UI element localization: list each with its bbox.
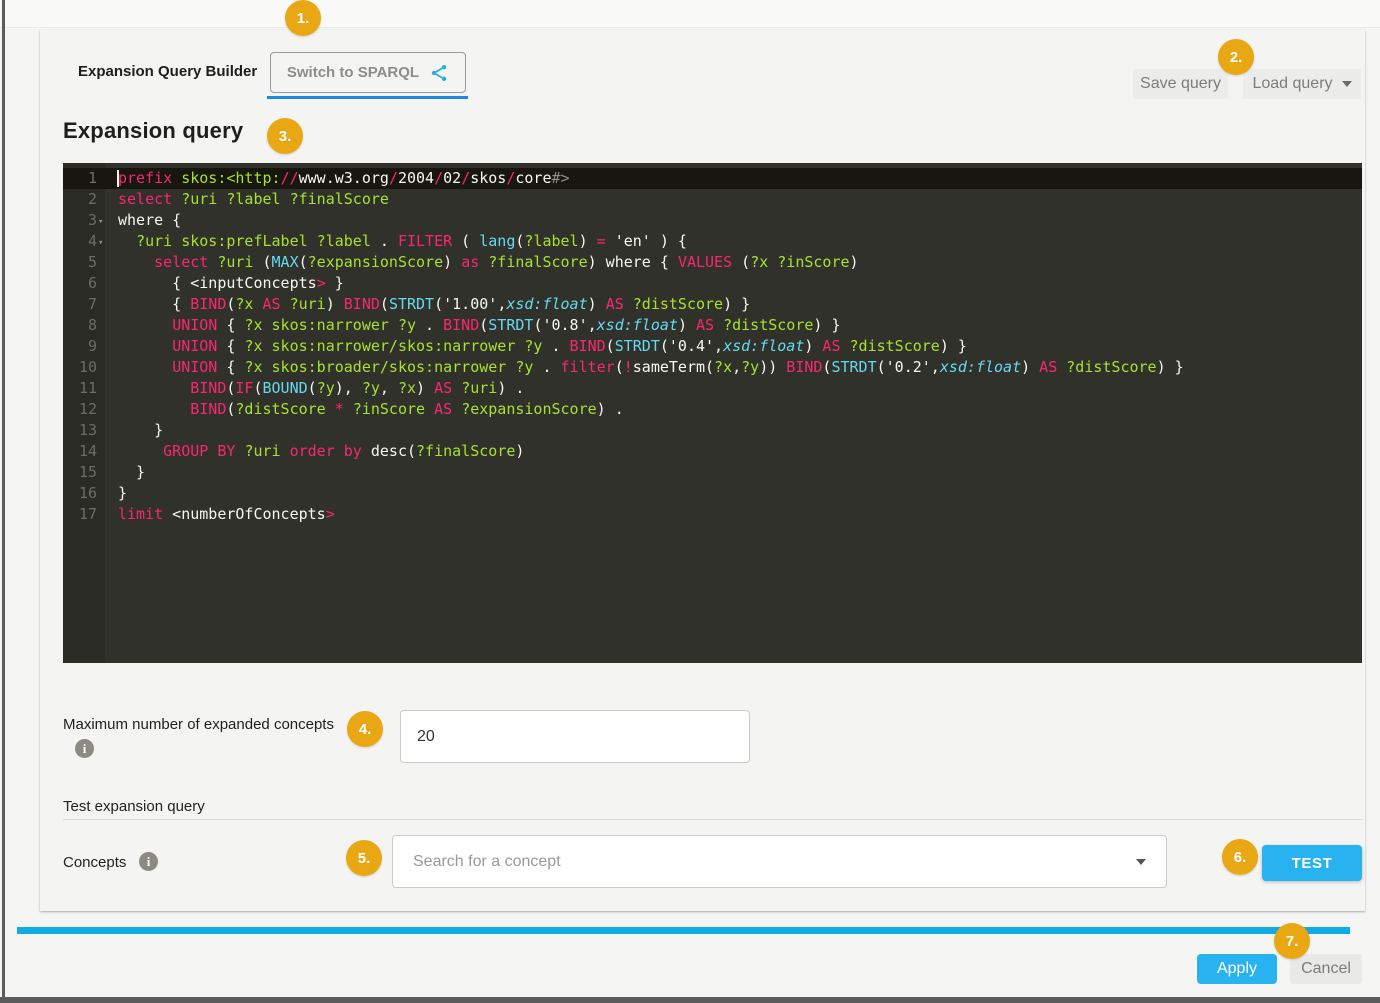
annotation-badge-6: 6. (1222, 839, 1258, 875)
annotation-badge-7: 7. (1274, 923, 1310, 959)
line-number: 16 (63, 483, 105, 504)
code-line-1: 1prefix skos:<http://www.w3.org/2004/02/… (63, 168, 1362, 189)
top-strip (0, 0, 1380, 28)
code-text: } (105, 420, 163, 441)
concept-search-placeholder: Search for a concept (413, 853, 1136, 871)
load-query-label: Load query (1252, 75, 1332, 93)
expansion-query-heading: Expansion query (63, 118, 243, 144)
switch-to-sparql-label: Switch to SPARQL (287, 64, 419, 81)
annotation-badge-3: 3. (267, 118, 303, 154)
code-text: BIND(?distScore * ?inScore AS ?expansion… (105, 399, 624, 420)
share-icon (429, 63, 449, 83)
cancel-button[interactable]: Cancel (1290, 954, 1362, 984)
line-number: 12 (63, 399, 105, 420)
code-line-4: 4▾ ?uri skos:prefLabel ?label . FILTER (… (63, 231, 1362, 252)
code-text: { BIND(?x AS ?uri) BIND(STRDT('1.00',xsd… (105, 294, 750, 315)
chevron-down-icon (1136, 859, 1146, 865)
code-text: select ?uri (MAX(?expansionScore) as ?fi… (105, 252, 859, 273)
code-line-9: 9 UNION { ?x skos:narrower/skos:narrower… (63, 336, 1362, 357)
test-section-title: Test expansion query (63, 798, 205, 815)
line-number: 9 (63, 336, 105, 357)
builder-title: Expansion Query Builder (78, 63, 257, 80)
annotation-badge-5: 5. (346, 840, 382, 876)
code-text: prefix skos:<http://www.w3.org/2004/02/s… (105, 168, 570, 189)
load-query-button[interactable]: Load query (1243, 69, 1361, 99)
concept-search-select[interactable]: Search for a concept (392, 835, 1167, 888)
code-text: select ?uri ?label ?finalScore (105, 189, 389, 210)
concepts-label: Concepts (63, 854, 126, 871)
fold-arrow-icon[interactable]: ▾ (98, 212, 103, 233)
code-line-15: 15 } (63, 462, 1362, 483)
test-button[interactable]: TEST (1262, 845, 1362, 881)
sparql-code-editor[interactable]: 1prefix skos:<http://www.w3.org/2004/02/… (63, 163, 1362, 663)
code-line-7: 7 { BIND(?x AS ?uri) BIND(STRDT('1.00',x… (63, 294, 1362, 315)
code-text: { <inputConcepts> } (105, 273, 344, 294)
code-text: GROUP BY ?uri order by desc(?finalScore) (105, 441, 524, 462)
line-number: 2 (63, 189, 105, 210)
line-number: 7 (63, 294, 105, 315)
save-query-button[interactable]: Save query (1133, 69, 1228, 99)
code-line-12: 12 BIND(?distScore * ?inScore AS ?expans… (63, 399, 1362, 420)
max-concepts-label: Maximum number of expanded concepts (63, 716, 334, 733)
max-concepts-input[interactable] (400, 710, 750, 763)
apply-button[interactable]: Apply (1197, 954, 1277, 984)
code-line-2: 2select ?uri ?label ?finalScore (63, 189, 1362, 210)
code-line-10: 10 UNION { ?x skos:broader/skos:narrower… (63, 357, 1362, 378)
code-line-3: 3▾where { (63, 210, 1362, 231)
code-line-14: 14 GROUP BY ?uri order by desc(?finalSco… (63, 441, 1362, 462)
active-tab-underline (267, 96, 468, 99)
code-text: UNION { ?x skos:broader/skos:narrower ?y… (105, 357, 1184, 378)
line-number: 11 (63, 378, 105, 399)
annotation-badge-1: 1. (285, 0, 321, 36)
info-icon[interactable]: i (75, 739, 94, 758)
line-number: 4▾ (63, 231, 105, 252)
code-text: UNION { ?x skos:narrower ?y . BIND(STRDT… (105, 315, 841, 336)
section-divider (63, 819, 1362, 820)
query-builder-panel: Expansion Query Builder Switch to SPARQL… (40, 30, 1365, 911)
code-text: } (105, 462, 145, 483)
line-number: 13 (63, 420, 105, 441)
info-icon[interactable]: i (139, 852, 158, 871)
code-line-16: 16} (63, 483, 1362, 504)
line-number: 15 (63, 462, 105, 483)
chevron-down-icon (1342, 81, 1352, 87)
code-line-8: 8 UNION { ?x skos:narrower ?y . BIND(STR… (63, 315, 1362, 336)
code-text: ?uri skos:prefLabel ?label . FILTER ( la… (105, 231, 687, 252)
line-number: 10 (63, 357, 105, 378)
code-text: where { (105, 210, 181, 231)
annotation-badge-4: 4. (347, 711, 383, 747)
code-line-13: 13 } (63, 420, 1362, 441)
code-line-17: 17limit <numberOfConcepts> (63, 504, 1362, 525)
code-line-11: 11 BIND(IF(BOUND(?y), ?y, ?x) AS ?uri) . (63, 378, 1362, 399)
switch-to-sparql-button[interactable]: Switch to SPARQL (270, 52, 466, 93)
code-line-5: 5 select ?uri (MAX(?expansionScore) as ?… (63, 252, 1362, 273)
code-line-6: 6 { <inputConcepts> } (63, 273, 1362, 294)
text-cursor (117, 170, 119, 187)
line-number: 8 (63, 315, 105, 336)
line-number: 5 (63, 252, 105, 273)
window-bottom-border (0, 997, 1380, 1003)
window-left-border (2, 0, 5, 1003)
line-number: 14 (63, 441, 105, 462)
line-number: 17 (63, 504, 105, 525)
annotation-badge-2: 2. (1218, 39, 1254, 75)
line-number: 6 (63, 273, 105, 294)
code-text: limit <numberOfConcepts> (105, 504, 335, 525)
code-text: BIND(IF(BOUND(?y), ?y, ?x) AS ?uri) . (105, 378, 524, 399)
blue-divider (17, 927, 1350, 934)
code-text: UNION { ?x skos:narrower/skos:narrower ?… (105, 336, 967, 357)
line-number: 3▾ (63, 210, 105, 231)
code-text: } (105, 483, 127, 504)
line-number: 1 (63, 168, 105, 189)
fold-arrow-icon[interactable]: ▾ (98, 233, 103, 254)
